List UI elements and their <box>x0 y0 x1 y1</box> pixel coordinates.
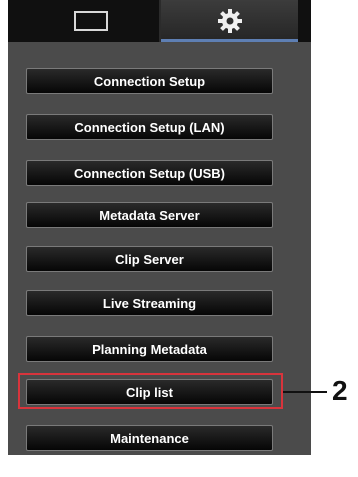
gear-icon <box>217 9 242 33</box>
planning-metadata-button[interactable]: Planning Metadata <box>26 336 273 362</box>
connection-setup-button[interactable]: Connection Setup <box>26 68 273 94</box>
maintenance-button[interactable]: Maintenance <box>26 425 273 451</box>
clip-list-button[interactable]: Clip list <box>26 379 273 405</box>
connection-setup-usb-button[interactable]: Connection Setup (USB) <box>26 160 273 186</box>
connection-setup-lan-button[interactable]: Connection Setup (LAN) <box>26 114 273 140</box>
tab-bar-left-spacer <box>8 0 22 42</box>
live-streaming-button[interactable]: Live Streaming <box>26 290 273 316</box>
metadata-server-button[interactable]: Metadata Server <box>26 202 273 228</box>
monitor-icon <box>73 11 108 31</box>
tab-monitor[interactable] <box>22 0 161 42</box>
callout-number: 2 <box>332 375 348 406</box>
settings-screen: Connection Setup Connection Setup (LAN) … <box>8 0 311 455</box>
clip-server-button[interactable]: Clip Server <box>26 246 273 272</box>
tab-settings[interactable] <box>161 0 298 42</box>
tab-bar <box>8 0 311 42</box>
callout-leader-line <box>283 391 327 393</box>
